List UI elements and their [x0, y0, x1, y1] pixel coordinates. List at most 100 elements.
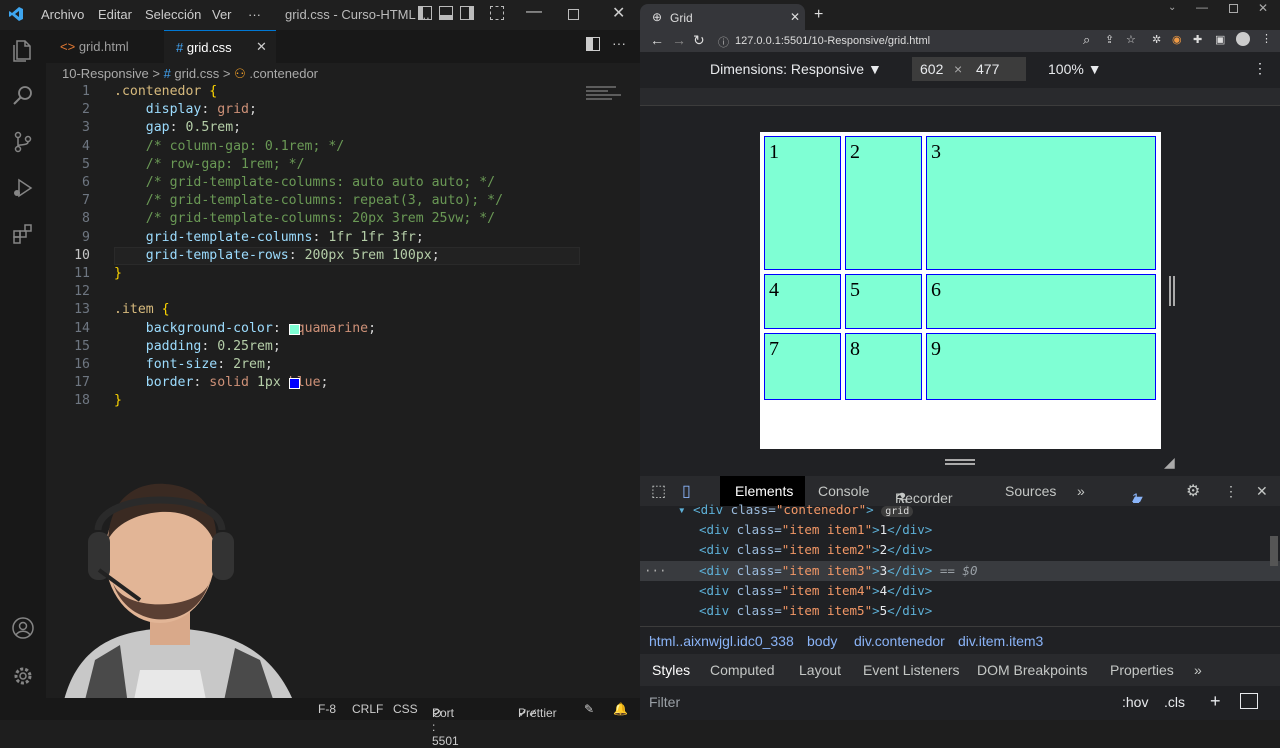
width-input[interactable]: 602 [912, 57, 974, 81]
toggle-sidebar-icon[interactable] [1240, 693, 1258, 709]
tab-console[interactable]: Console [818, 483, 869, 499]
code-line[interactable]: /* grid-template-columns: 20px 3rem 25vw… [114, 211, 495, 226]
color-swatch[interactable] [289, 323, 300, 335]
close-devtools-icon[interactable]: ✕ [1256, 483, 1268, 500]
crumb-item3[interactable]: div.item.item3 [958, 633, 1043, 649]
breadcrumb-folder[interactable]: 10-Responsive [62, 66, 149, 81]
split-editor-icon[interactable] [586, 37, 600, 51]
code-line[interactable]: .contenedor { [114, 84, 217, 99]
extension-icon[interactable]: ✲ [1152, 33, 1161, 46]
dom-scrollbar[interactable] [1270, 536, 1278, 566]
close-tab-icon[interactable]: ✕ [256, 39, 267, 55]
source-control-icon[interactable] [11, 130, 35, 154]
explorer-icon[interactable] [11, 38, 35, 62]
tab-sources[interactable]: Sources [1005, 483, 1056, 499]
dom-node[interactable]: <div class="item item1">1</div> [699, 522, 932, 537]
code-line[interactable]: gap: 0.5rem; [114, 120, 241, 135]
extensions-icon[interactable] [11, 222, 35, 246]
new-rule-icon[interactable]: + [1210, 691, 1221, 712]
extensions-puzzle-icon[interactable]: ✚ [1193, 33, 1202, 46]
resize-handle-bottom[interactable] [945, 459, 975, 465]
hover-state-toggle[interactable]: :hov [1122, 694, 1148, 710]
bookmark-star-icon[interactable]: ☆ [1126, 33, 1136, 46]
new-tab-icon[interactable]: + [814, 6, 823, 24]
zoom-icon[interactable]: ⌕ [1083, 32, 1090, 48]
side-panel-icon[interactable]: ▣ [1215, 33, 1225, 46]
menu-more[interactable]: ··· [248, 7, 261, 22]
maximize-icon[interactable] [568, 9, 579, 20]
reload-icon[interactable]: ↻ [693, 32, 705, 49]
toggle-panel-icon[interactable] [439, 6, 453, 20]
close-tab-icon[interactable]: ✕ [790, 10, 800, 24]
dom-node[interactable]: <div class="item item3">3</div> == $0 [699, 563, 977, 578]
code-line[interactable]: grid-template-columns: 1fr 1fr 3fr; [114, 230, 424, 245]
more-actions-icon[interactable]: ··· [612, 35, 626, 51]
toggle-secondary-sidebar-icon[interactable] [460, 6, 474, 20]
resize-corner-icon[interactable]: ◢ [1164, 454, 1175, 471]
crumb-html[interactable]: html..aixnwjgl.idc0_338 [649, 633, 794, 649]
tab-search-icon[interactable]: ⌄ [1168, 2, 1176, 13]
browser-menu-icon[interactable]: ⋮ [1261, 32, 1272, 45]
menu-ver[interactable]: Ver [212, 7, 232, 22]
menu-editar[interactable]: Editar [98, 7, 132, 22]
code-line[interactable]: padding: 0.25rem; [114, 339, 281, 354]
code-line[interactable]: display: grid; [114, 102, 257, 117]
devtools-settings-icon[interactable]: ⚙ [1186, 481, 1200, 501]
tab-event-listeners[interactable]: Event Listeners [863, 662, 960, 678]
status-encoding[interactable]: F-8 [318, 702, 336, 716]
notifications-bell-icon[interactable]: 🔔 [613, 702, 628, 716]
toggle-sidebar-icon[interactable] [418, 6, 432, 20]
class-toggle[interactable]: .cls [1164, 694, 1185, 710]
menu-seleccion[interactable]: Selección [145, 7, 201, 22]
device-toggle-icon[interactable]: ▯ [682, 481, 691, 501]
code-line[interactable]: /* grid-template-columns: repeat(3, auto… [114, 193, 503, 208]
breadcrumb-file[interactable]: grid.css [174, 66, 219, 81]
site-info-icon[interactable]: ⓘ [718, 34, 729, 50]
zoom-dropdown[interactable]: 100% ▼ [1048, 61, 1102, 77]
code-line[interactable]: grid-template-rows: 200px 5rem 100px; [114, 248, 440, 263]
feedback-icon[interactable]: ✎ [584, 702, 594, 716]
code-line[interactable]: background-color: aquamarine; [114, 321, 376, 336]
dom-node[interactable]: <div class="item item5">5</div> [699, 603, 932, 618]
close-window-icon[interactable]: ✕ [1258, 1, 1268, 15]
code-line[interactable]: /* row-gap: 1rem; */ [114, 157, 305, 172]
dom-node[interactable]: <div class="item item2">2</div> [699, 542, 932, 557]
share-icon[interactable]: ⇪ [1105, 33, 1114, 46]
more-tabs-icon[interactable]: » [1077, 483, 1085, 499]
dom-tree[interactable]: ▾ <div class="contenedor"> grid <div clas… [640, 502, 1280, 626]
resize-handle-right[interactable] [1169, 276, 1175, 306]
tab-layout[interactable]: Layout [799, 662, 841, 678]
tab-styles[interactable]: Styles [652, 662, 690, 678]
height-input[interactable]: 477 [968, 57, 1026, 81]
devtools-menu-icon[interactable]: ⋮ [1224, 483, 1238, 500]
code-line[interactable]: font-size: 2rem; [114, 357, 273, 372]
code-line[interactable]: .item { [114, 302, 170, 317]
filter-input[interactable]: Filter [649, 694, 680, 710]
back-icon[interactable]: ← [650, 32, 664, 48]
address-bar[interactable]: 127.0.0.1:5501/10-Responsive/grid.html [735, 35, 930, 47]
dom-node[interactable]: <div class="item item4">4</div> [699, 583, 932, 598]
code-line[interactable]: } [114, 393, 122, 408]
tab-computed[interactable]: Computed [710, 662, 775, 678]
maximize-icon[interactable] [1229, 4, 1238, 13]
code-line[interactable]: } [114, 266, 122, 281]
browser-tab-grid[interactable]: ⊕ Grid ✕ [640, 4, 805, 30]
customize-layout-icon[interactable] [490, 6, 504, 20]
minimap[interactable] [586, 84, 626, 108]
crumb-body[interactable]: body [807, 633, 837, 649]
minimize-icon[interactable]: — [1196, 0, 1208, 14]
status-language[interactable]: CSS [393, 702, 418, 716]
tab-properties[interactable]: Properties [1110, 662, 1174, 678]
search-icon[interactable] [11, 84, 35, 108]
minimize-icon[interactable]: — [526, 3, 542, 21]
breadcrumb-symbol[interactable]: .contenedor [249, 66, 318, 81]
dimensions-dropdown[interactable]: Dimensions: Responsive ▼ [710, 61, 882, 77]
code-line[interactable]: /* column-gap: 0.1rem; */ [114, 139, 345, 154]
media-query-ruler[interactable] [640, 88, 1280, 106]
close-window-icon[interactable]: ✕ [612, 3, 625, 23]
node-actions-icon[interactable]: ··· [644, 563, 667, 578]
color-extension-icon[interactable]: ◉ [1172, 33, 1182, 46]
device-options-icon[interactable]: ⋮ [1253, 60, 1267, 77]
tab-grid-html[interactable]: <> grid.html [46, 30, 164, 63]
color-swatch[interactable] [289, 378, 300, 390]
